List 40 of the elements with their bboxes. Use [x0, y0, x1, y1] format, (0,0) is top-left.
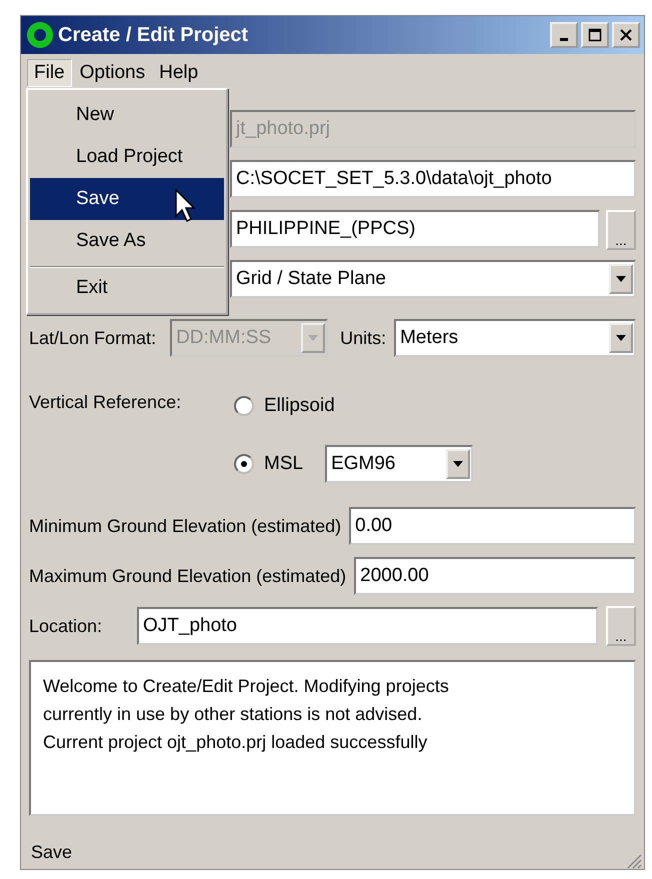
- dropdown-field[interactable]: Grid / State Plane: [230, 260, 636, 298]
- text-field[interactable]: 0.00: [349, 507, 636, 545]
- menu-item[interactable]: Load Project: [30, 136, 224, 178]
- field-label: Vertical Reference:: [29, 391, 182, 414]
- message-text: Welcome to Create/Edit Project. Modifying projects: [43, 675, 450, 698]
- field-label: Lat/Lon Format:: [29, 328, 156, 348]
- ring-icon: [25, 20, 55, 50]
- radio-button[interactable]: [234, 454, 254, 474]
- text-field[interactable]: OJT_photo: [137, 607, 598, 645]
- minimize-button[interactable]: [550, 22, 578, 48]
- status-text: Save: [31, 842, 72, 862]
- field-label: Maximum Ground Elevation (estimated): [29, 566, 346, 586]
- dropdown-field[interactable]: Meters: [394, 319, 636, 357]
- field-label: Location:: [29, 616, 104, 636]
- browse-button[interactable]: ...: [606, 210, 636, 250]
- text-field[interactable]: PHILIPPINE_(PPCS): [230, 210, 600, 248]
- text-field[interactable]: C:\SOCET_SET_5.3.0\data\ojt_photo: [230, 160, 636, 198]
- menu-item[interactable]: Options: [74, 60, 152, 86]
- radio-button[interactable]: [234, 396, 254, 416]
- radio-label: MSL: [264, 453, 304, 475]
- menu-item[interactable]: File: [27, 59, 72, 87]
- minimize-icon: [560, 38, 568, 41]
- text-field[interactable]: 2000.00: [354, 557, 636, 595]
- close-icon: [619, 28, 633, 42]
- message-text: Current project ojt_photo.prj loaded successfully: [43, 731, 428, 754]
- maximize-icon: [588, 28, 602, 42]
- field-label: Minimum Ground Elevation (estimated): [29, 516, 342, 536]
- maximize-button[interactable]: [581, 22, 609, 48]
- field-label: Units:: [340, 328, 386, 348]
- menu-item[interactable]: Save: [30, 178, 224, 220]
- menu-item[interactable]: Exit: [30, 266, 224, 309]
- browse-button[interactable]: ...: [606, 606, 636, 646]
- menu-item[interactable]: Help: [153, 60, 204, 86]
- close-button[interactable]: [612, 22, 640, 48]
- radio-label: Ellipsoid: [264, 395, 335, 417]
- dropdown-field[interactable]: EGM96: [325, 445, 474, 483]
- menu-item[interactable]: New: [30, 94, 224, 136]
- window-title: Create / Edit Project: [58, 24, 250, 46]
- message-text: currently in use by other stations is not advised.: [43, 703, 424, 726]
- menu-item[interactable]: Save As: [30, 220, 224, 262]
